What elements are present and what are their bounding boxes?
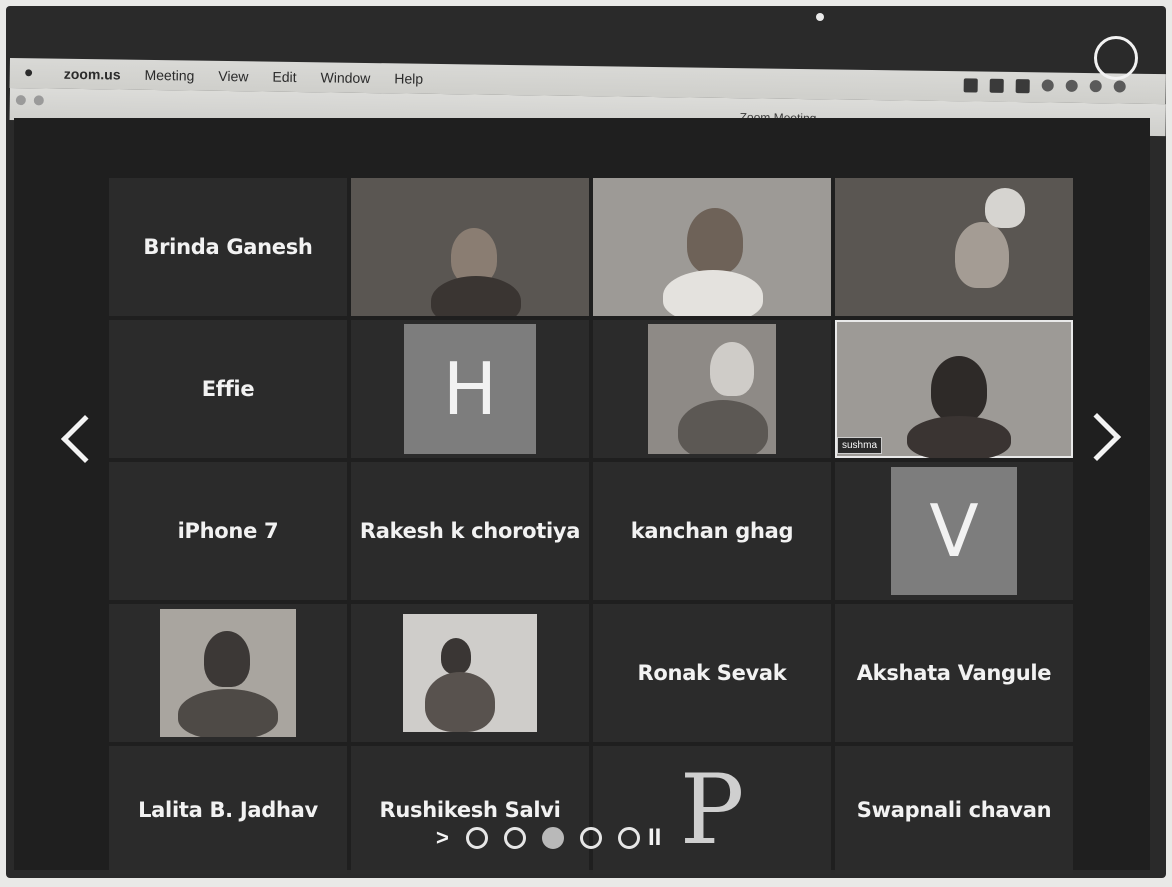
participant-name: Ronak Sevak bbox=[637, 661, 787, 685]
video-frame bbox=[648, 324, 776, 454]
video-person bbox=[687, 208, 743, 274]
screen: ● zoom.us Meeting View Edit Window Help … bbox=[0, 0, 1172, 887]
pause-icon[interactable]: II bbox=[648, 824, 661, 852]
status-icons bbox=[963, 78, 1126, 94]
camera-dot bbox=[816, 13, 824, 21]
participant-name: Lalita B. Jadhav bbox=[138, 798, 318, 822]
video-person bbox=[985, 188, 1025, 228]
participant-tile[interactable]: Lalita B. Jadhav bbox=[109, 746, 347, 874]
video-person bbox=[431, 276, 521, 316]
menu-edit[interactable]: Edit bbox=[272, 69, 296, 85]
zoom-gallery-view: Brinda Ganesh Effie H sushma iPhone 7 Ra… bbox=[14, 118, 1150, 874]
page-dot[interactable] bbox=[618, 827, 640, 849]
video-person bbox=[955, 222, 1009, 288]
participant-name: Akshata Vangule bbox=[856, 661, 1052, 685]
airplay-icon[interactable] bbox=[1089, 80, 1102, 93]
status-icon[interactable] bbox=[963, 78, 978, 93]
play-icon[interactable]: > bbox=[436, 825, 450, 851]
participant-tile[interactable]: H bbox=[351, 320, 589, 458]
profile-photo bbox=[160, 609, 296, 737]
participant-tile[interactable]: P bbox=[593, 746, 831, 874]
page-dot[interactable] bbox=[580, 827, 602, 849]
participant-video[interactable] bbox=[351, 178, 589, 316]
participant-name: iPhone 7 bbox=[177, 519, 279, 543]
status-icon[interactable] bbox=[1015, 79, 1030, 94]
participant-tile[interactable]: Brinda Ganesh bbox=[109, 178, 347, 316]
menu-view[interactable]: View bbox=[218, 68, 248, 84]
participant-tile[interactable]: Akshata Vangule bbox=[835, 604, 1073, 742]
touch-indicator-ring bbox=[1094, 36, 1138, 80]
avatar: H bbox=[404, 324, 536, 454]
participant-tile[interactable] bbox=[351, 604, 589, 742]
volume-icon[interactable] bbox=[1113, 80, 1126, 93]
avatar: P bbox=[679, 754, 745, 866]
video-person bbox=[663, 270, 763, 316]
participant-tile[interactable]: V bbox=[835, 462, 1073, 600]
minimize-icon[interactable] bbox=[33, 95, 44, 106]
page-dot[interactable] bbox=[466, 827, 488, 849]
next-page-arrow-icon[interactable] bbox=[1072, 412, 1122, 462]
page-dot[interactable] bbox=[504, 827, 526, 849]
video-person bbox=[678, 400, 768, 454]
participant-tile[interactable] bbox=[109, 604, 347, 742]
video-person bbox=[204, 631, 250, 687]
window-controls bbox=[15, 95, 44, 106]
participant-name: kanchan ghag bbox=[630, 519, 794, 543]
participant-video[interactable]: sushma bbox=[835, 320, 1073, 458]
page-dot-current[interactable] bbox=[542, 827, 564, 849]
participant-tile[interactable]: kanchan ghag bbox=[593, 462, 831, 600]
participant-video-label: sushma bbox=[837, 437, 883, 454]
participant-tile[interactable]: Rakesh k chorotiya bbox=[351, 462, 589, 600]
participant-name: Swapnali chavan bbox=[856, 798, 1052, 822]
video-person bbox=[907, 416, 1011, 458]
profile-photo bbox=[403, 614, 537, 732]
participant-video[interactable] bbox=[593, 320, 831, 458]
menu-help[interactable]: Help bbox=[394, 70, 423, 86]
video-person bbox=[178, 689, 278, 737]
menu-meeting[interactable]: Meeting bbox=[144, 67, 194, 84]
participant-video[interactable] bbox=[593, 178, 831, 316]
gallery-pager: > II bbox=[436, 824, 661, 852]
close-icon[interactable] bbox=[15, 95, 26, 106]
participant-tile[interactable]: Swapnali chavan bbox=[835, 746, 1073, 874]
participant-video[interactable] bbox=[835, 178, 1073, 316]
menu-window[interactable]: Window bbox=[320, 69, 370, 86]
participant-tile[interactable]: iPhone 7 bbox=[109, 462, 347, 600]
status-icon[interactable] bbox=[989, 78, 1004, 93]
video-person bbox=[710, 342, 754, 396]
participant-grid: Brinda Ganesh Effie H sushma iPhone 7 Ra… bbox=[109, 178, 1073, 874]
video-person bbox=[931, 356, 987, 422]
prev-page-arrow-icon[interactable] bbox=[60, 414, 110, 464]
avatar: V bbox=[891, 467, 1017, 595]
participant-name: Effie bbox=[201, 377, 255, 401]
participant-name: Brinda Ganesh bbox=[143, 235, 313, 259]
wifi-icon[interactable] bbox=[1065, 79, 1078, 92]
apple-icon[interactable]: ● bbox=[24, 64, 40, 81]
bluetooth-icon[interactable] bbox=[1041, 79, 1054, 92]
participant-name: Rakesh k chorotiya bbox=[359, 519, 581, 543]
participant-tile[interactable]: Ronak Sevak bbox=[593, 604, 831, 742]
video-person bbox=[441, 638, 471, 674]
video-person bbox=[425, 672, 495, 732]
participant-tile[interactable]: Effie bbox=[109, 320, 347, 458]
participant-name: Rushikesh Salvi bbox=[379, 798, 561, 822]
menu-app[interactable]: zoom.us bbox=[64, 66, 121, 83]
participant-tile[interactable]: Rushikesh Salvi bbox=[351, 746, 589, 874]
